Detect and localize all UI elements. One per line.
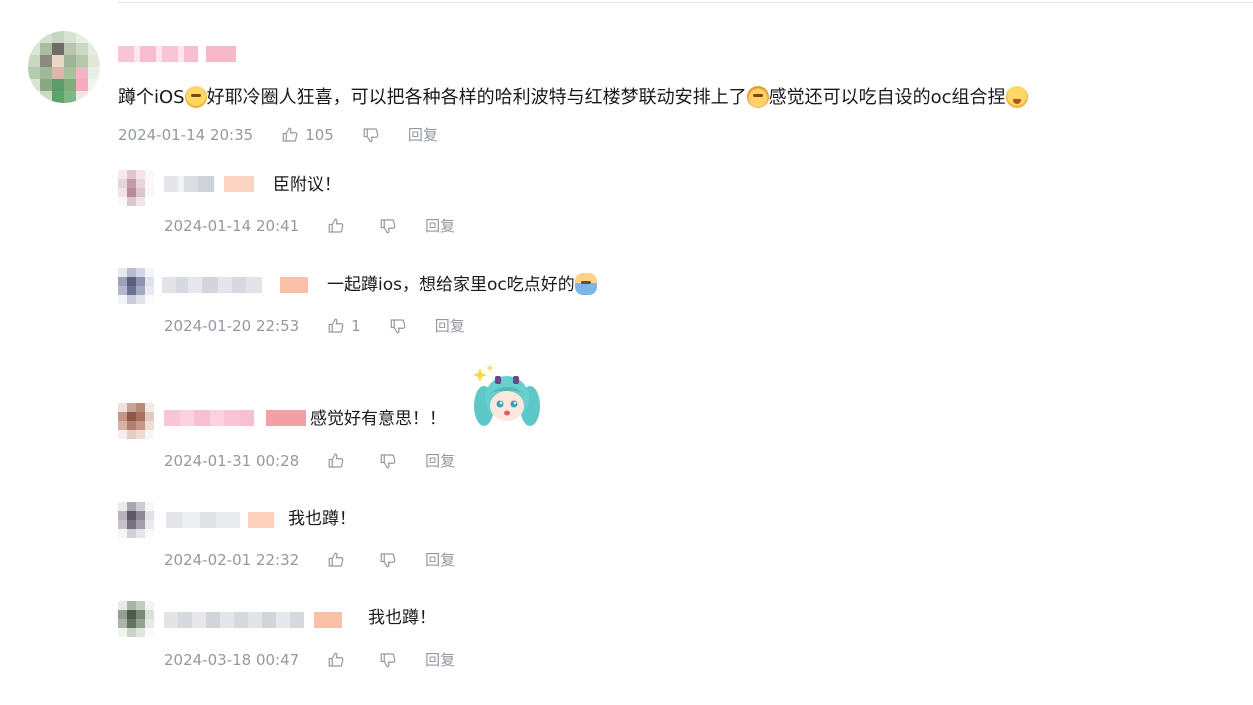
reply-time: 2024-01-20 22:53	[164, 316, 300, 335]
cat-emoji-icon	[746, 86, 769, 108]
reply-meta: 2024-01-20 22:53 1 回复	[164, 315, 465, 336]
reply-time: 2024-03-18 00:47	[164, 650, 300, 669]
username-blurred[interactable]	[164, 176, 260, 192]
username-blurred[interactable]	[166, 512, 274, 528]
reply-text: 臣附议！	[273, 175, 341, 195]
thumbs-up-icon	[328, 552, 344, 567]
reply-meta: 2024-02-01 22:32 回复	[164, 549, 455, 570]
reply-time: 2024-01-14 20:41	[164, 216, 300, 235]
thumbs-down-icon	[380, 552, 396, 567]
thumbs-up-icon	[328, 318, 344, 333]
comment-text: 蹲个iOS 好耶冷圈人狂喜，可以把各种各样的哈利波特与红楼梦联动安排上了 感觉还可以…	[118, 86, 1028, 109]
thumbs-up-icon	[328, 453, 344, 468]
reply-button[interactable]: 回复	[425, 549, 455, 570]
like-count: 105	[305, 125, 334, 144]
avatar[interactable]	[28, 31, 100, 103]
username-blurred[interactable]	[162, 277, 314, 293]
dislike-button[interactable]	[379, 217, 397, 235]
avatar[interactable]	[118, 601, 154, 637]
username-blurred[interactable]	[164, 612, 356, 628]
like-count: 1	[351, 316, 361, 335]
thumbs-up-icon	[328, 652, 344, 667]
top-divider	[118, 2, 1253, 3]
avatar[interactable]	[118, 170, 154, 206]
shocked-emoji-icon	[184, 86, 207, 108]
anime-girl-sticker-icon	[473, 364, 540, 426]
username-blurred[interactable]	[118, 46, 236, 62]
avatar[interactable]	[118, 502, 154, 538]
reply-text: 一起蹲ios，想给家里oc吃点好的	[327, 273, 597, 296]
like-button[interactable]: 105	[281, 126, 334, 144]
reply-time: 2024-01-31 00:28	[164, 451, 300, 470]
like-button[interactable]: 1	[327, 317, 361, 335]
reply-button[interactable]: 回复	[425, 450, 455, 471]
dislike-button[interactable]	[379, 452, 397, 470]
thinking-emoji-icon	[1005, 86, 1028, 108]
like-button[interactable]	[327, 452, 351, 470]
thumbs-down-icon	[380, 453, 396, 468]
reply-meta: 2024-03-18 00:47 回复	[164, 649, 455, 670]
like-button[interactable]	[327, 217, 351, 235]
reply-meta: 2024-01-14 20:41 回复	[164, 215, 455, 236]
thumbs-down-icon	[380, 218, 396, 233]
username-blurred[interactable]	[164, 410, 306, 426]
thumbs-down-icon	[380, 652, 396, 667]
like-button[interactable]	[327, 651, 351, 669]
thumbs-down-icon	[363, 127, 379, 142]
dislike-button[interactable]	[379, 551, 397, 569]
reply-button[interactable]: 回复	[425, 215, 455, 236]
reply-time: 2024-02-01 22:32	[164, 550, 300, 569]
dislike-button[interactable]	[379, 651, 397, 669]
reply-text: 我也蹲！	[288, 509, 356, 529]
reply-button[interactable]: 回复	[408, 124, 438, 145]
reply-text: 我也蹲！	[368, 608, 436, 628]
reply-text: 感觉好有意思！！	[310, 409, 446, 429]
like-button[interactable]	[327, 551, 351, 569]
comment-time: 2024-01-14 20:35	[118, 125, 254, 144]
thumbs-down-icon	[390, 318, 406, 333]
reply-meta: 2024-01-31 00:28 回复	[164, 450, 455, 471]
reply-button[interactable]: 回复	[425, 649, 455, 670]
thumbs-up-icon	[328, 218, 344, 233]
avatar[interactable]	[118, 268, 154, 304]
comment-meta: 2024-01-14 20:35 105 回复	[118, 124, 438, 145]
reply-button[interactable]: 回复	[435, 315, 465, 336]
dislike-button[interactable]	[389, 317, 407, 335]
thumbs-up-icon	[282, 127, 298, 142]
dislike-button[interactable]	[362, 126, 380, 144]
avatar[interactable]	[118, 403, 154, 439]
person-emoji-icon	[574, 273, 597, 295]
